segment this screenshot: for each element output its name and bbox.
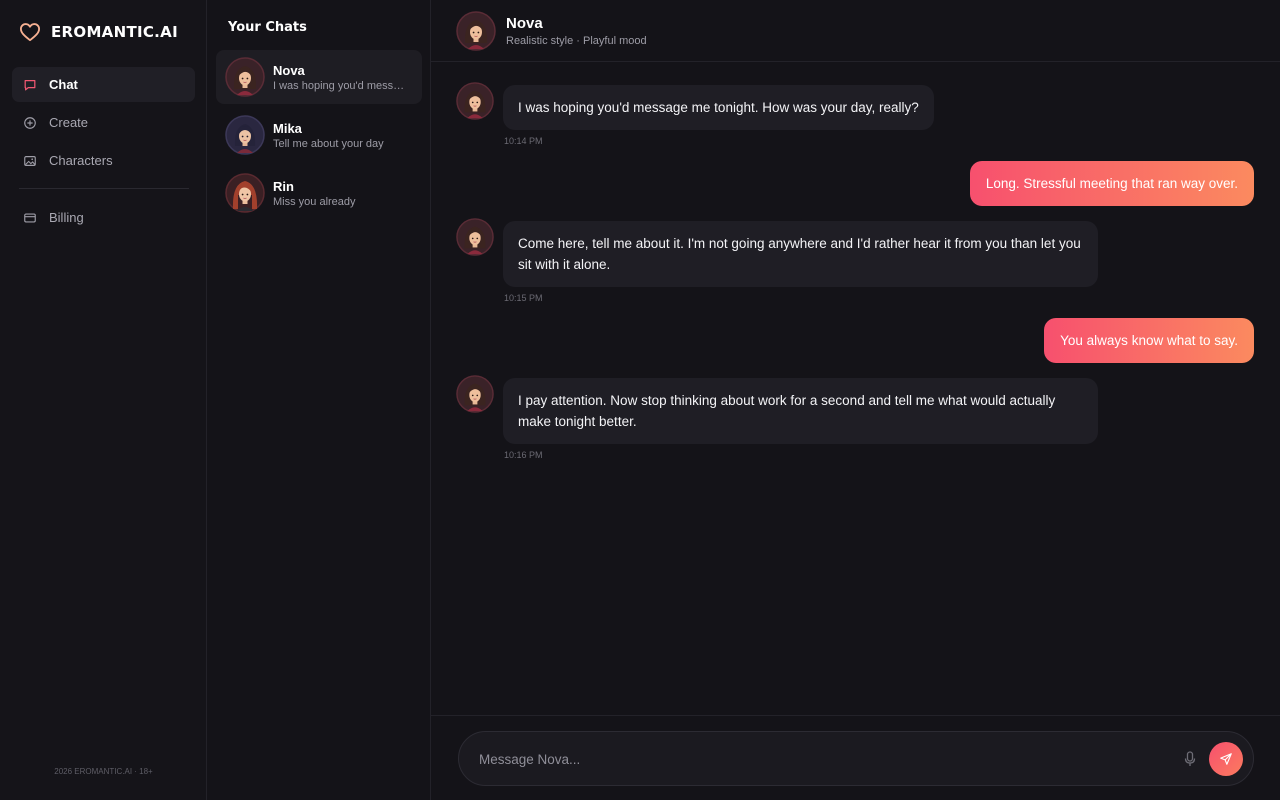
nav-item-label: Chat (49, 77, 78, 92)
chat-item-name: Nova (273, 62, 305, 78)
message-timestamp: 10:16 PM (504, 450, 543, 460)
chat-item-nova[interactable]: Nova I was hoping you'd message me tonig… (216, 50, 422, 104)
chat-bubble-icon (23, 78, 37, 92)
chat-item-mika[interactable]: Mika Tell me about your day (216, 108, 422, 162)
credit-card-icon (23, 211, 37, 225)
message-input[interactable] (479, 748, 1159, 770)
chat-item-rin[interactable]: Rin Miss you already (216, 166, 422, 220)
chats-title: Your Chats (228, 20, 307, 35)
nav-item-chat[interactable]: Chat (12, 67, 195, 102)
footer-copyright: 2026 EROMANTIC.AI · 18+ (54, 767, 153, 776)
avatar (456, 218, 494, 256)
brand-name: EROMANTIC.AI (51, 23, 178, 41)
chat-header-subtitle: Realistic style · Playful mood (506, 35, 647, 47)
send-icon (1220, 753, 1232, 765)
chat-main: Nova Realistic style · Playful mood I wa… (431, 0, 1280, 800)
chat-header-name: Nova (506, 15, 543, 32)
chat-item-preview: Miss you already (273, 195, 356, 208)
avatar (456, 82, 494, 120)
avatar[interactable] (456, 11, 496, 51)
message-timestamp: 10:15 PM (504, 293, 543, 303)
chat-header: Nova Realistic style · Playful mood (431, 0, 1280, 62)
avatar (225, 57, 265, 97)
nav-item-billing[interactable]: Billing (12, 200, 195, 235)
chats-panel: Your Chats Nova I was hoping you'd messa… (207, 0, 431, 800)
nav-item-characters[interactable]: Characters (12, 143, 195, 178)
brand-logo[interactable]: EROMANTIC.AI (19, 22, 178, 42)
sidebar-nav: EROMANTIC.AI Chat Create Characters Bill… (0, 0, 207, 800)
chat-item-name: Rin (273, 178, 294, 194)
nav-item-label: Create (49, 115, 89, 130)
message-bubble-outgoing: You always know what to say. (1044, 318, 1254, 363)
nav-divider (19, 188, 189, 189)
message-bubble-outgoing: Long. Stressful meeting that ran way ove… (969, 161, 1254, 206)
plus-circle-icon (23, 116, 37, 130)
message-bubble-incoming: I pay attention. Now stop thinking about… (503, 378, 1098, 444)
message-bubble-incoming: I was hoping you'd message me tonight. H… (503, 85, 934, 130)
message-timestamp: 10:14 PM (504, 136, 543, 146)
nav-item-label: Billing (49, 210, 84, 225)
chat-item-name: Mika (273, 120, 302, 136)
microphone-icon[interactable] (1182, 750, 1198, 768)
send-button[interactable] (1209, 742, 1243, 776)
image-icon (23, 154, 37, 168)
message-composer (458, 731, 1254, 786)
chat-item-preview: Tell me about your day (273, 137, 384, 150)
heart-icon (19, 23, 40, 42)
nav-item-label: Characters (49, 153, 113, 168)
nav-item-create[interactable]: Create (12, 105, 195, 140)
avatar (225, 173, 265, 213)
message-bubble-incoming: Come here, tell me about it. I'm not goi… (503, 221, 1098, 287)
composer-divider (431, 715, 1280, 716)
avatar (225, 115, 265, 155)
avatar (456, 375, 494, 413)
chat-item-preview: I was hoping you'd message me tonight. H… (273, 79, 409, 92)
